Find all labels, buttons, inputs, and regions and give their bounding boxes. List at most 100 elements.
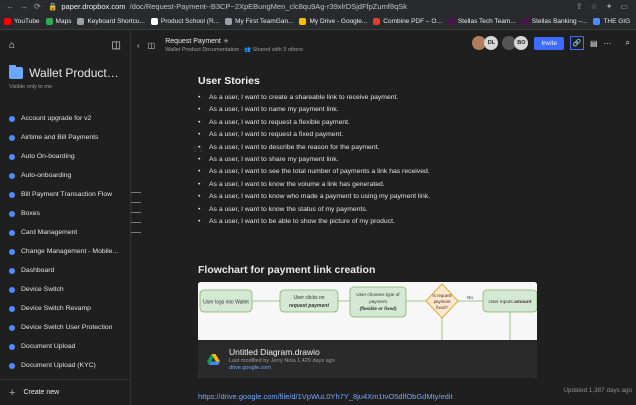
doc-header: ‹ ◫ Request Payment ★ Wallet Product Doc… [131,30,636,60]
svg-text:User inputs amount: User inputs amount [489,299,532,305]
list-item: As a user, I want to request a flexible … [198,117,538,130]
list-item: As a user, I want to request a fixed pay… [198,129,538,142]
list-item[interactable]: Airtime and Bill Payments [0,128,131,147]
invite-button[interactable]: Invite [534,36,564,50]
drive-url-link[interactable]: https://drive.google.com/file/d/1VpWuL0Y… [198,392,453,401]
google-drive-icon [207,353,220,365]
list-item[interactable]: Auto On-boarding [0,147,131,166]
doc-titles: Request Payment ★ Wallet Product Documen… [165,37,303,53]
search-icon[interactable]: ⌕ [626,38,630,48]
doc-content: User Stories As a user, I want to create… [198,75,538,229]
file-title[interactable]: Untitled Diagram.drawio [229,347,335,357]
collapse-sidebar-icon[interactable]: ◫ [112,40,121,51]
sidebar: ⌂ ◫ Wallet Product Do... Visible only to… [0,30,131,405]
list-item[interactable]: Auto-onboarding [0,166,131,185]
browser-tools: ⇪ ☆ ✦ ▭ [576,2,636,11]
list-item: As a user, I want to be able to show the… [198,216,538,229]
gig-icon [593,17,601,25]
list-item: As a user, I want to name my payment lin… [198,104,538,117]
file-source-link[interactable]: drive.google.com [229,365,335,371]
doc-icon [9,248,15,255]
shared-status[interactable]: Shared with 3 others [253,47,303,53]
doc-icon [9,153,15,160]
list-item[interactable]: Device Switch User Protection [0,318,131,337]
bookmark[interactable]: Maps [45,17,71,25]
panel-icon[interactable]: ◫ [148,41,156,50]
bookmark[interactable]: Keyboard Shortcu... [77,17,145,25]
bookmarks-bar: YouTube Maps Keyboard Shortcu... Product… [0,13,636,30]
folder-title[interactable]: Wallet Product Do... [0,60,130,80]
doc-icon [9,305,15,312]
bookmark[interactable]: THE GIG [593,17,630,25]
extensions-icon[interactable]: ✦ [606,2,613,11]
doc-toolbar: DL BO Invite 🔗 ▤ ··· ⌕ [472,36,630,50]
doc-icon [9,210,15,217]
list-item[interactable]: Card Management [0,223,131,242]
folder-name: Wallet Product Do... [29,66,121,80]
list-item[interactable]: Document Upload [0,337,131,356]
list-item[interactable]: Change Management - Mobile... [0,242,131,261]
doc-title-row: Request Payment ★ [165,37,303,45]
browser-toolbar: ← → ⟳ 🔒 paper.dropbox.com/doc/Request-Pa… [0,0,636,13]
outline-ticks [131,192,145,242]
create-new-button[interactable]: + Create new [0,379,131,405]
bookmark[interactable]: YouTube [4,17,40,25]
star-icon[interactable]: ★ [223,38,229,45]
svg-text:User chooses type of: User chooses type of [356,292,400,297]
avatar[interactable]: DL [484,36,499,50]
reload-icon[interactable]: ⟳ [34,2,41,11]
list-item[interactable]: Bill Payment Transaction Flow [0,185,131,204]
list-item[interactable]: Device Switch Revamp [0,299,131,318]
svg-text:User logs into Wallet: User logs into Wallet [203,300,249,306]
doc-icon [9,267,15,274]
folder-link[interactable]: Wallet Product Documentation [165,47,239,53]
sidebar-toggle-icon[interactable]: ▭ [620,2,628,11]
updated-timestamp: Updated 1,387 days ago [563,387,632,394]
doc-icon [9,134,15,141]
list-item[interactable]: Account upgrade for v2 [0,109,131,128]
url-host: paper.dropbox.com [61,2,126,11]
home-icon[interactable]: ⌂ [9,40,15,51]
doc-icon [9,172,15,179]
bookmark[interactable]: My First TeamGan... [225,17,293,25]
doc-title[interactable]: Request Payment [165,38,221,45]
star-icon[interactable]: ☆ [591,2,598,11]
list-item[interactable]: Boxes [0,204,131,223]
copy-link-icon[interactable]: 🔗 [569,36,584,50]
drag-handle-icon[interactable]: ⋮⋮ [192,146,204,153]
bookmark[interactable]: Stellas Banking –... [521,17,587,25]
list-item[interactable]: Device Switch [0,280,131,299]
forward-icon[interactable]: → [20,2,28,11]
avatar[interactable]: BO [514,36,529,50]
list-item[interactable]: Document Upload (KYC) [0,356,131,375]
list-item: As a user, I want to know the volume a l… [198,179,538,192]
list-item: As a user, I want to describe the reason… [198,142,538,155]
pdf-icon [373,17,381,25]
plus-icon: + [9,386,16,399]
bookmark[interactable]: My Drive - Google... [299,17,367,25]
globe-icon [77,17,85,25]
user-stories-heading: User Stories [198,75,260,87]
flowchart-preview: User logs into Wallet User clicks on req… [198,282,537,340]
page-icon [225,17,233,25]
list-item[interactable]: Dashboard [0,261,131,280]
share-icon[interactable]: ⇪ [576,2,583,11]
drive-embed-card[interactable]: User logs into Wallet User clicks on req… [198,282,537,378]
bookmark[interactable]: Product School (R... [150,17,219,25]
more-icon[interactable]: ··· [604,39,612,48]
doc-nav: ‹ ◫ [137,41,155,50]
list-item: As a user, I want to share my payment li… [198,154,538,167]
address-bar[interactable]: 🔒 paper.dropbox.com/doc/Request-Payment-… [48,2,576,11]
chevron-left-icon[interactable]: ‹ [137,41,140,50]
svg-text:Is request: Is request [432,293,452,298]
document-area: ‹ ◫ Request Payment ★ Wallet Product Doc… [131,30,636,405]
doc-icon [9,362,15,369]
svg-text:No: No [467,295,473,300]
comments-icon[interactable]: ▤ [590,39,598,48]
svg-text:payment: payment [369,299,387,304]
youtube-icon [4,17,11,25]
svg-text:fixed?: fixed? [436,305,448,310]
bookmark[interactable]: Combine PDF – O... [373,17,442,25]
bookmark[interactable]: Stellas Tech Team... [447,17,516,25]
back-icon[interactable]: ← [6,2,14,11]
